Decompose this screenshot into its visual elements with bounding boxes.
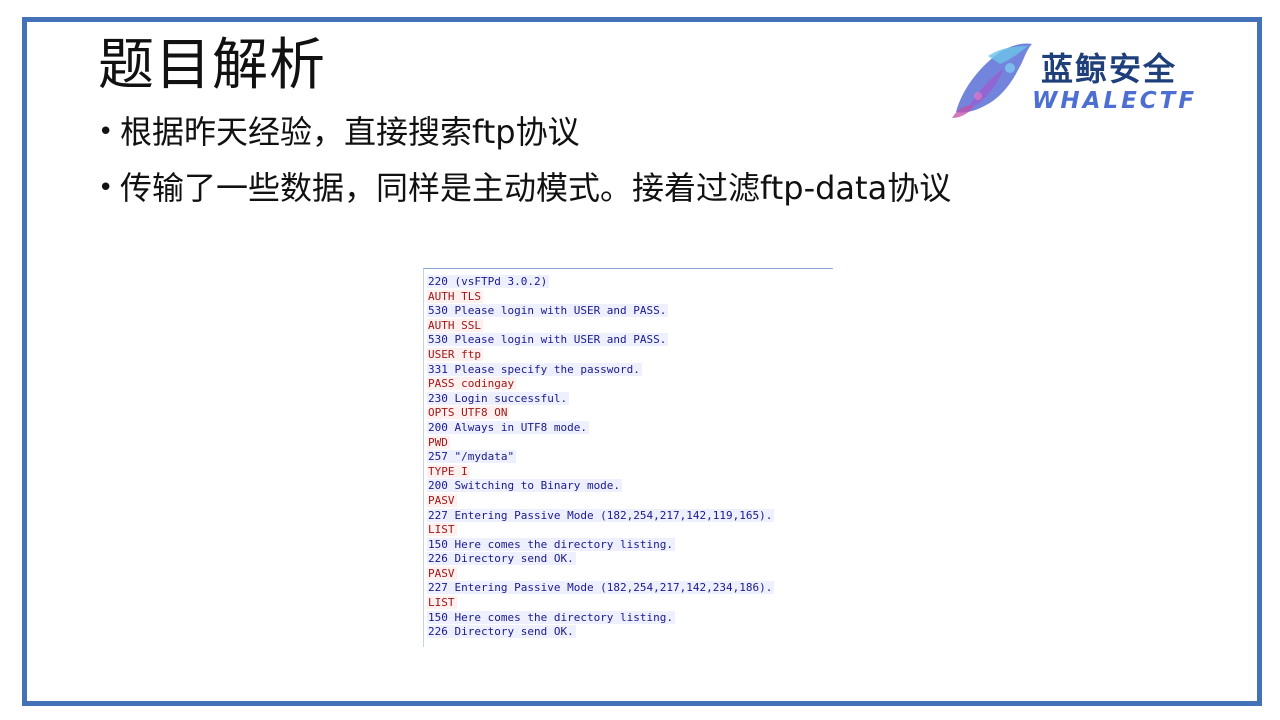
logo-cn-text: 蓝鲸安全 [1041, 50, 1178, 88]
ftp-line-text: AUTH SSL [427, 318, 483, 332]
ftp-client-line: OPTS UTF8 ON [427, 406, 833, 421]
ftp-client-line: LIST [427, 523, 833, 538]
ftp-client-line: LIST [427, 596, 833, 611]
ftp-line-text: 226 Directory send OK. [427, 625, 576, 639]
ftp-server-line: 227 Entering Passive Mode (182,254,217,1… [427, 581, 833, 596]
ftp-line-text: PASS codingay [427, 377, 517, 391]
ftp-stream-log: 220 (vsFTPd 3.0.2) AUTH TLS 530 Please log… [424, 269, 833, 640]
ftp-client-line: PASS codingay [427, 377, 833, 392]
ftp-line-text: 331 Please specify the password. [427, 362, 642, 376]
ftp-client-line: PASV [427, 566, 833, 582]
ftp-line-text: 200 Switching to Binary mode. [427, 479, 623, 493]
ftp-server-line: 530 Please login with USER and PASS. [427, 304, 833, 319]
ftp-line-text: 230 Login successful. [427, 391, 570, 405]
ftp-client-line: USER ftp [427, 347, 833, 363]
whalectf-logo: 蓝鲸安全 WHALECTF [948, 38, 1233, 122]
whale-icon [952, 43, 1032, 118]
ftp-server-line: 200 Switching to Binary mode. [427, 479, 833, 494]
ftp-line-text: AUTH TLS [427, 289, 483, 303]
ftp-line-text: 220 (vsFTPd 3.0.2) [427, 275, 550, 288]
bullet-item: • 传输了一些数据，同样是主动模式。接着过滤ftp-data协议 [98, 168, 951, 224]
ftp-server-line: 150 Here comes the directory listing. [427, 610, 833, 626]
ftp-server-line: 230 Login successful. [427, 391, 833, 407]
ftp-server-line: 226 Directory send OK. [427, 552, 833, 567]
ftp-server-line: 200 Always in UTF8 mode. [427, 420, 833, 436]
ftp-line-text: 227 Entering Passive Mode (182,254,217,1… [427, 581, 775, 595]
ftp-line-text: LIST [427, 596, 457, 610]
ftp-line-text: PASV [427, 493, 457, 507]
ftp-server-line: 331 Please specify the password. [427, 362, 833, 378]
bullet-dot: • [98, 117, 114, 147]
ftp-client-line: PWD [427, 435, 833, 451]
logo-en-text: WHALECTF [1032, 88, 1198, 114]
ftp-server-line: 530 Please login with USER and PASS. [427, 333, 833, 348]
bullet-text: 根据昨天经验，直接搜索ftp协议 [120, 113, 580, 151]
ftp-line-text: 200 Always in UTF8 mode. [427, 420, 589, 434]
ftp-line-text: 150 Here comes the directory listing. [427, 537, 676, 551]
ftp-server-line: 220 (vsFTPd 3.0.2) [427, 275, 833, 290]
ftp-line-text: 530 Please login with USER and PASS. [427, 304, 669, 318]
ftp-server-line: 257 "/mydata" [427, 450, 833, 465]
ftp-line-text: 257 "/mydata" [427, 450, 517, 464]
ftp-line-text: USER ftp [427, 347, 483, 361]
ftp-line-text: OPTS UTF8 ON [427, 406, 510, 420]
bullet-text: 传输了一些数据，同样是主动模式。接着过滤ftp-data协议 [120, 169, 952, 207]
ftp-line-text: LIST [427, 523, 457, 537]
ftp-stream-screenshot: 220 (vsFTPd 3.0.2) AUTH TLS 530 Please log… [423, 268, 833, 647]
ftp-server-line: 226 Directory send OK. [427, 625, 833, 640]
ftp-client-line: AUTH SSL [427, 318, 833, 334]
slide-title: 题目解析 [98, 33, 326, 98]
ftp-line-text: PWD [427, 435, 450, 449]
bullet-item: • 根据昨天经验，直接搜索ftp协议 [98, 112, 951, 168]
ftp-line-text: PASV [427, 566, 457, 580]
ftp-line-text: TYPE I [427, 464, 470, 478]
ftp-line-text: 227 Entering Passive Mode (182,254,217,1… [427, 508, 775, 522]
ftp-client-line: AUTH TLS [427, 289, 833, 305]
ftp-server-line: 227 Entering Passive Mode (182,254,217,1… [427, 508, 833, 524]
ftp-client-line: PASV [427, 493, 833, 509]
ftp-server-line: 150 Here comes the directory listing. [427, 537, 833, 553]
ftp-line-text: 150 Here comes the directory listing. [427, 610, 676, 624]
ftp-line-text: 530 Please login with USER and PASS. [427, 333, 669, 347]
ftp-line-text: 226 Directory send OK. [427, 552, 576, 566]
ftp-client-line: TYPE I [427, 464, 833, 480]
bullet-list: • 根据昨天经验，直接搜索ftp协议 • 传输了一些数据，同样是主动模式。接着过滤f… [98, 112, 951, 224]
bullet-dot: • [98, 173, 114, 203]
